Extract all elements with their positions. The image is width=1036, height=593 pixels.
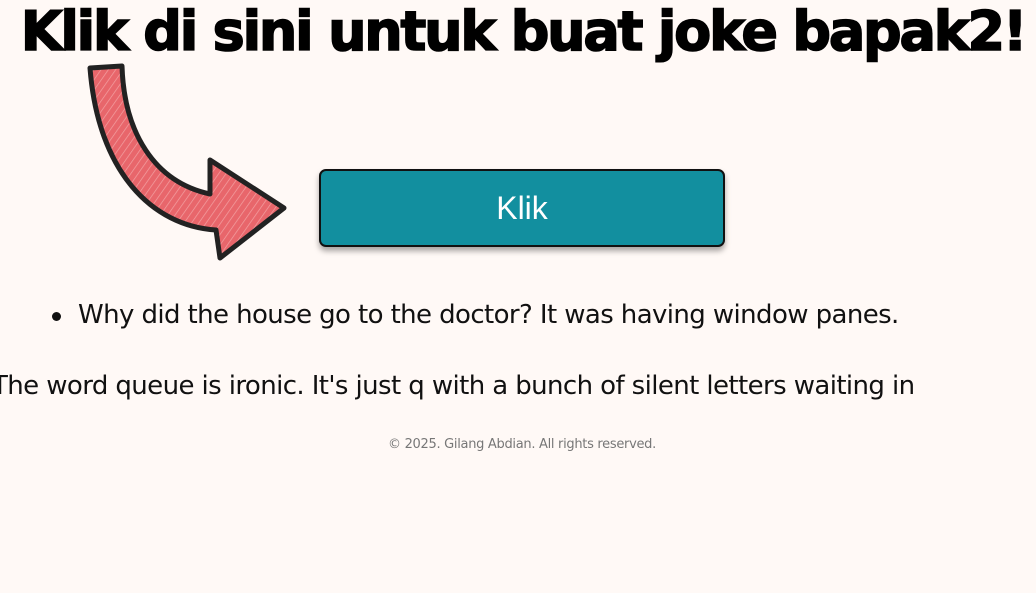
joke-list-item: Why did the house go to the doctor? It w… <box>52 296 899 334</box>
scrolling-joke-text: The word queue is ironic. It's just q wi… <box>0 371 915 401</box>
bullet-icon <box>52 312 61 321</box>
footer-copyright: © 2025. Gilang Abdian. All rights reserv… <box>388 437 656 452</box>
page: Klik di sini untuk buat joke bapak2! Kli… <box>0 0 1036 593</box>
generate-joke-button[interactable]: Klik <box>319 169 725 247</box>
curved-arrow-icon <box>87 63 287 261</box>
joke-list: Why did the house go to the doctor? It w… <box>52 296 899 334</box>
page-title: Klik di sini untuk buat joke bapak2! <box>20 0 1028 64</box>
joke-text: Why did the house go to the doctor? It w… <box>78 300 899 330</box>
